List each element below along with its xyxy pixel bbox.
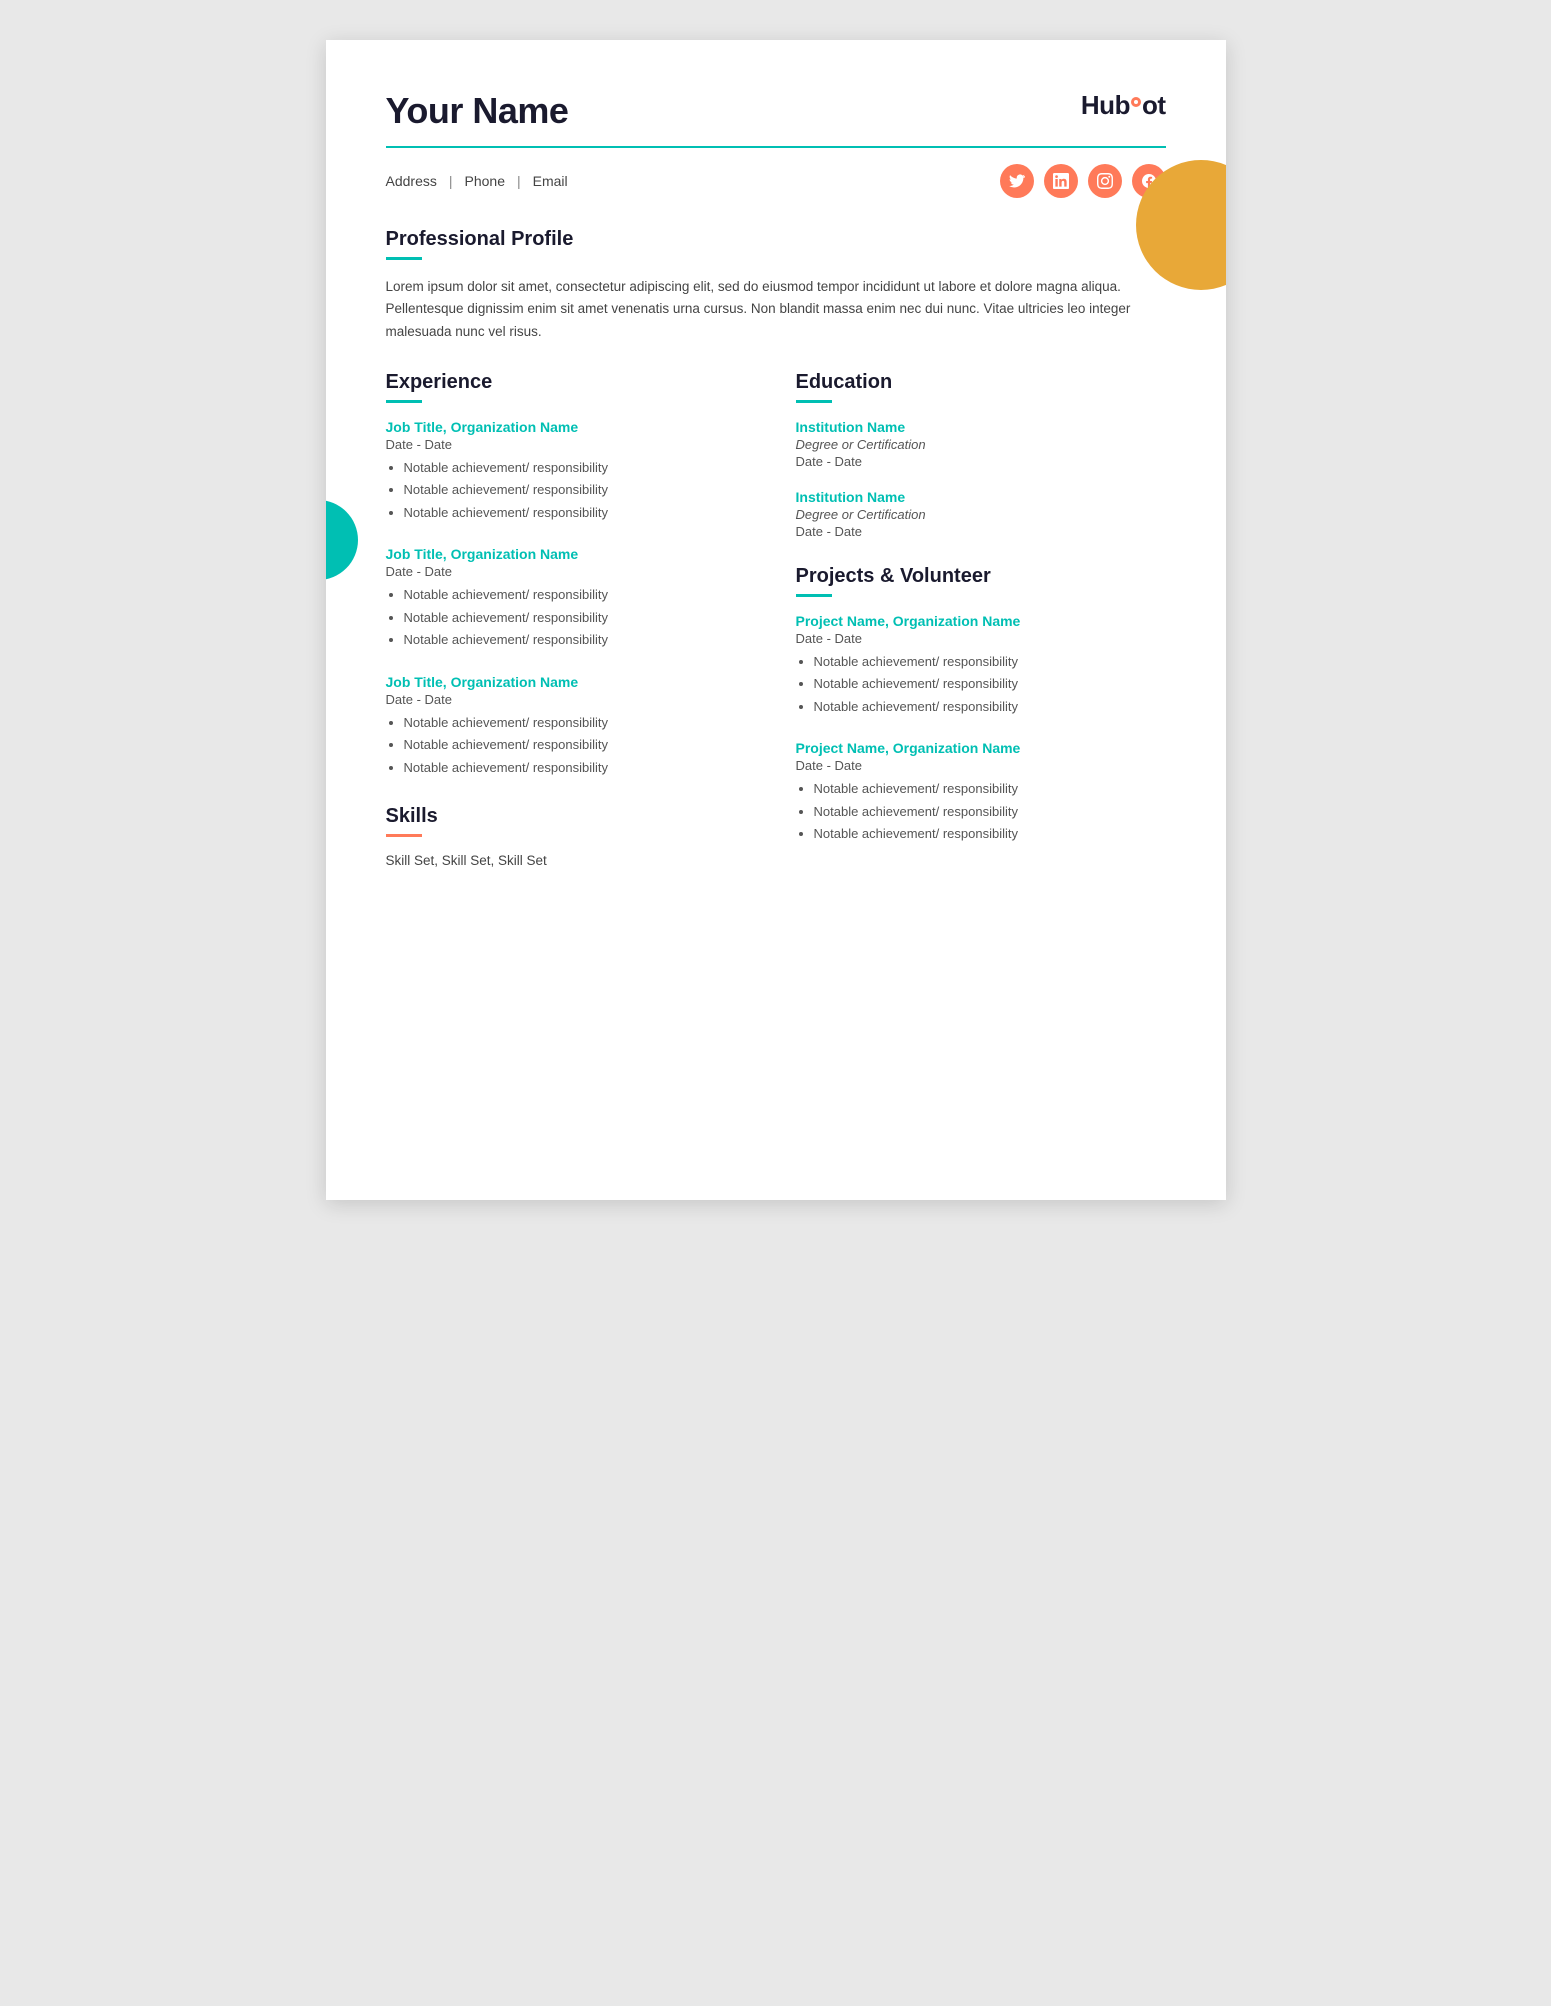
divider-1: | [449, 173, 453, 189]
job-3-achievement-1: Notable achievement/ responsibility [404, 713, 756, 733]
profile-section: Professional Profile Lorem ipsum dolor s… [386, 228, 1166, 343]
job-2-achievement-3: Notable achievement/ responsibility [404, 630, 756, 650]
header: Your Name Hubot [386, 90, 1166, 132]
project-2-achievement-2: Notable achievement/ responsibility [814, 802, 1166, 822]
edu-1-date: Date - Date [796, 454, 1166, 469]
profile-heading: Professional Profile [386, 228, 1166, 251]
project-2-achievement-1: Notable achievement/ responsibility [814, 779, 1166, 799]
skills-section: Skills Skill Set, Skill Set, Skill Set [386, 805, 756, 868]
job-1-title: Job Title, Organization Name [386, 419, 756, 435]
job-3-achievement-2: Notable achievement/ responsibility [404, 735, 756, 755]
left-column: Experience Job Title, Organization Name … [386, 371, 756, 870]
job-3-achievement-3: Notable achievement/ responsibility [404, 758, 756, 778]
job-1-date: Date - Date [386, 437, 756, 452]
job-1-achievement-3: Notable achievement/ responsibility [404, 503, 756, 523]
project-1-name: Project Name, Organization Name [796, 613, 1166, 629]
email-label: Email [533, 173, 568, 189]
social-icons [1000, 164, 1166, 198]
experience-heading: Experience [386, 371, 756, 394]
project-1-achievements: Notable achievement/ responsibility Nota… [796, 652, 1166, 717]
projects-heading: Projects & Volunteer [796, 565, 1166, 588]
experience-underline [386, 400, 422, 403]
job-3: Job Title, Organization Name Date - Date… [386, 674, 756, 778]
job-2-achievements: Notable achievement/ responsibility Nota… [386, 585, 756, 650]
job-2-achievement-1: Notable achievement/ responsibility [404, 585, 756, 605]
project-2-date: Date - Date [796, 758, 1166, 773]
phone-label: Phone [465, 173, 505, 189]
hubspot-logo: Hubot [1081, 90, 1166, 121]
job-3-achievements: Notable achievement/ responsibility Nota… [386, 713, 756, 778]
job-1-achievement-2: Notable achievement/ responsibility [404, 480, 756, 500]
contact-row: Address | Phone | Email [386, 164, 1166, 198]
skills-heading: Skills [386, 805, 756, 828]
resume-page: Your Name Hubot Address | Phone | Email [326, 40, 1226, 1200]
experience-section: Experience Job Title, Organization Name … [386, 371, 756, 778]
project-2-achievements: Notable achievement/ responsibility Nota… [796, 779, 1166, 844]
project-2: Project Name, Organization Name Date - D… [796, 740, 1166, 844]
education-underline [796, 400, 832, 403]
deco-leaf [326, 500, 358, 580]
project-1-achievement-2: Notable achievement/ responsibility [814, 674, 1166, 694]
projects-section: Projects & Volunteer Project Name, Organ… [796, 565, 1166, 844]
education-heading: Education [796, 371, 1166, 394]
instagram-icon[interactable] [1088, 164, 1122, 198]
job-2-achievement-2: Notable achievement/ responsibility [404, 608, 756, 628]
profile-text: Lorem ipsum dolor sit amet, consectetur … [386, 276, 1166, 343]
project-2-name: Project Name, Organization Name [796, 740, 1166, 756]
candidate-name: Your Name [386, 90, 569, 132]
edu-2-date: Date - Date [796, 524, 1166, 539]
project-1-achievement-3: Notable achievement/ responsibility [814, 697, 1166, 717]
edu-1-degree: Degree or Certification [796, 437, 1166, 452]
job-3-date: Date - Date [386, 692, 756, 707]
divider-2: | [517, 173, 521, 189]
edu-2-institution: Institution Name [796, 489, 1166, 505]
edu-1-institution: Institution Name [796, 419, 1166, 435]
edu-1: Institution Name Degree or Certification… [796, 419, 1166, 469]
projects-underline [796, 594, 832, 597]
job-2-title: Job Title, Organization Name [386, 546, 756, 562]
edu-2: Institution Name Degree or Certification… [796, 489, 1166, 539]
hubspot-dot [1131, 97, 1141, 107]
two-column-layout: Experience Job Title, Organization Name … [386, 371, 1166, 870]
education-section: Education Institution Name Degree or Cer… [796, 371, 1166, 539]
project-2-achievement-3: Notable achievement/ responsibility [814, 824, 1166, 844]
project-1-achievement-1: Notable achievement/ responsibility [814, 652, 1166, 672]
project-1-date: Date - Date [796, 631, 1166, 646]
contact-info: Address | Phone | Email [386, 173, 568, 189]
header-divider [386, 146, 1166, 148]
right-column: Education Institution Name Degree or Cer… [796, 371, 1166, 870]
job-1-achievements: Notable achievement/ responsibility Nota… [386, 458, 756, 523]
job-3-title: Job Title, Organization Name [386, 674, 756, 690]
linkedin-icon[interactable] [1044, 164, 1078, 198]
skills-list: Skill Set, Skill Set, Skill Set [386, 853, 756, 868]
edu-2-degree: Degree or Certification [796, 507, 1166, 522]
profile-underline [386, 257, 422, 260]
address-label: Address [386, 173, 437, 189]
project-1: Project Name, Organization Name Date - D… [796, 613, 1166, 717]
job-2: Job Title, Organization Name Date - Date… [386, 546, 756, 650]
skills-underline [386, 834, 422, 837]
job-1-achievement-1: Notable achievement/ responsibility [404, 458, 756, 478]
twitter-icon[interactable] [1000, 164, 1034, 198]
job-1: Job Title, Organization Name Date - Date… [386, 419, 756, 523]
job-2-date: Date - Date [386, 564, 756, 579]
